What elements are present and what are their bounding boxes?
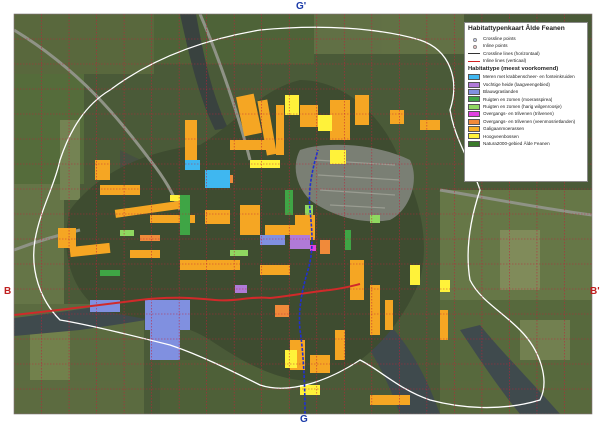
- label-b-prime: B': [590, 286, 600, 297]
- legend-label: Inline lines (verticaal): [483, 58, 527, 64]
- legend-color-swatch: [468, 96, 480, 103]
- legend-label: Blauwgraslanden: [483, 89, 519, 95]
- line_items-row: Crossline points: [468, 35, 584, 42]
- legend-line-symbol: [468, 58, 480, 64]
- habitat_items-row: Overgangs- en trilvenen (trilvenen): [468, 111, 584, 118]
- legend-label: Crossline lines (horizontaal): [483, 50, 540, 56]
- line_items-row: Crossline lines (horizontaal): [468, 50, 584, 57]
- map-legend: Habitattypenkaart Âlde Feanen Crossline …: [464, 22, 588, 182]
- habitat_items-row: Blauwgraslanden: [468, 88, 584, 96]
- legend-label: Ruigten en zomen (moerasspirea): [483, 96, 553, 102]
- legend-color-swatch: [468, 103, 480, 110]
- habitat_items-row: Meren met krabbenscheer- en fonteinkruid…: [468, 74, 584, 81]
- habitat_items-row: Hoogveenbossen: [468, 133, 584, 140]
- legend-habitat-items: Meren met krabbenscheer- en fonteinkruid…: [468, 74, 584, 148]
- legend-color-swatch: [468, 74, 480, 81]
- legend-title: Habitattypenkaart Âlde Feanen: [468, 25, 565, 32]
- habitat_items-row: Natura2000-gebied Âlde Feanen: [468, 140, 584, 147]
- habitat_items-row: Overgangs- en trilvenen (veenmosrietland…: [468, 118, 584, 125]
- legend-label: Natura2000-gebied Âlde Feanen: [483, 140, 550, 146]
- line_items-row: Inline lines (verticaal): [468, 57, 584, 64]
- legend-color-swatch: [468, 89, 480, 96]
- habitat_items-row: Vochtige heide (laagveengebied): [468, 81, 584, 88]
- habitat_items-row: Galigaanmoerassen: [468, 125, 584, 132]
- legend-color-swatch: [468, 118, 480, 125]
- habitat_items-row: Ruigten en zomen (harig wilgenroosje): [468, 103, 584, 110]
- label-g-prime: G': [296, 1, 307, 12]
- legend-color-swatch: [468, 111, 480, 118]
- legend-color-swatch: [468, 125, 480, 132]
- legend-label: Crossline points: [483, 35, 516, 41]
- legend-color-swatch: [468, 81, 480, 88]
- legend-point-symbol: [468, 36, 480, 42]
- legend-label: Ruigten en zomen (harig wilgenroosje): [483, 104, 562, 110]
- habitat_items-row: Ruigten en zomen (moerasspirea): [468, 96, 584, 103]
- legend-line-items: Crossline points Inline points Crossline l…: [468, 35, 584, 65]
- legend-label: Vochtige heide (laagveengebied): [483, 81, 550, 87]
- legend-line-symbol: [468, 50, 480, 56]
- legend-label: Galigaanmoerassen: [483, 126, 525, 132]
- legend-label: Overgangs- en trilvenen (trilvenen): [483, 111, 554, 117]
- legend-subtitle: Habitattype (meest voorkomend): [468, 65, 559, 72]
- legend-label: Inline points: [483, 43, 508, 49]
- legend-label: Hoogveenbossen: [483, 133, 519, 139]
- label-g: G: [300, 414, 308, 425]
- label-b: B: [4, 286, 12, 297]
- legend-point-symbol: [468, 43, 480, 50]
- line_items-row: Inline points: [468, 42, 584, 50]
- legend-label: Overgangs- en trilvenen (veenmosrietland…: [483, 118, 576, 124]
- legend-label: Meren met krabbenscheer- en fonteinkruid…: [483, 74, 575, 80]
- legend-color-swatch: [468, 140, 480, 147]
- legend-color-swatch: [468, 133, 480, 140]
